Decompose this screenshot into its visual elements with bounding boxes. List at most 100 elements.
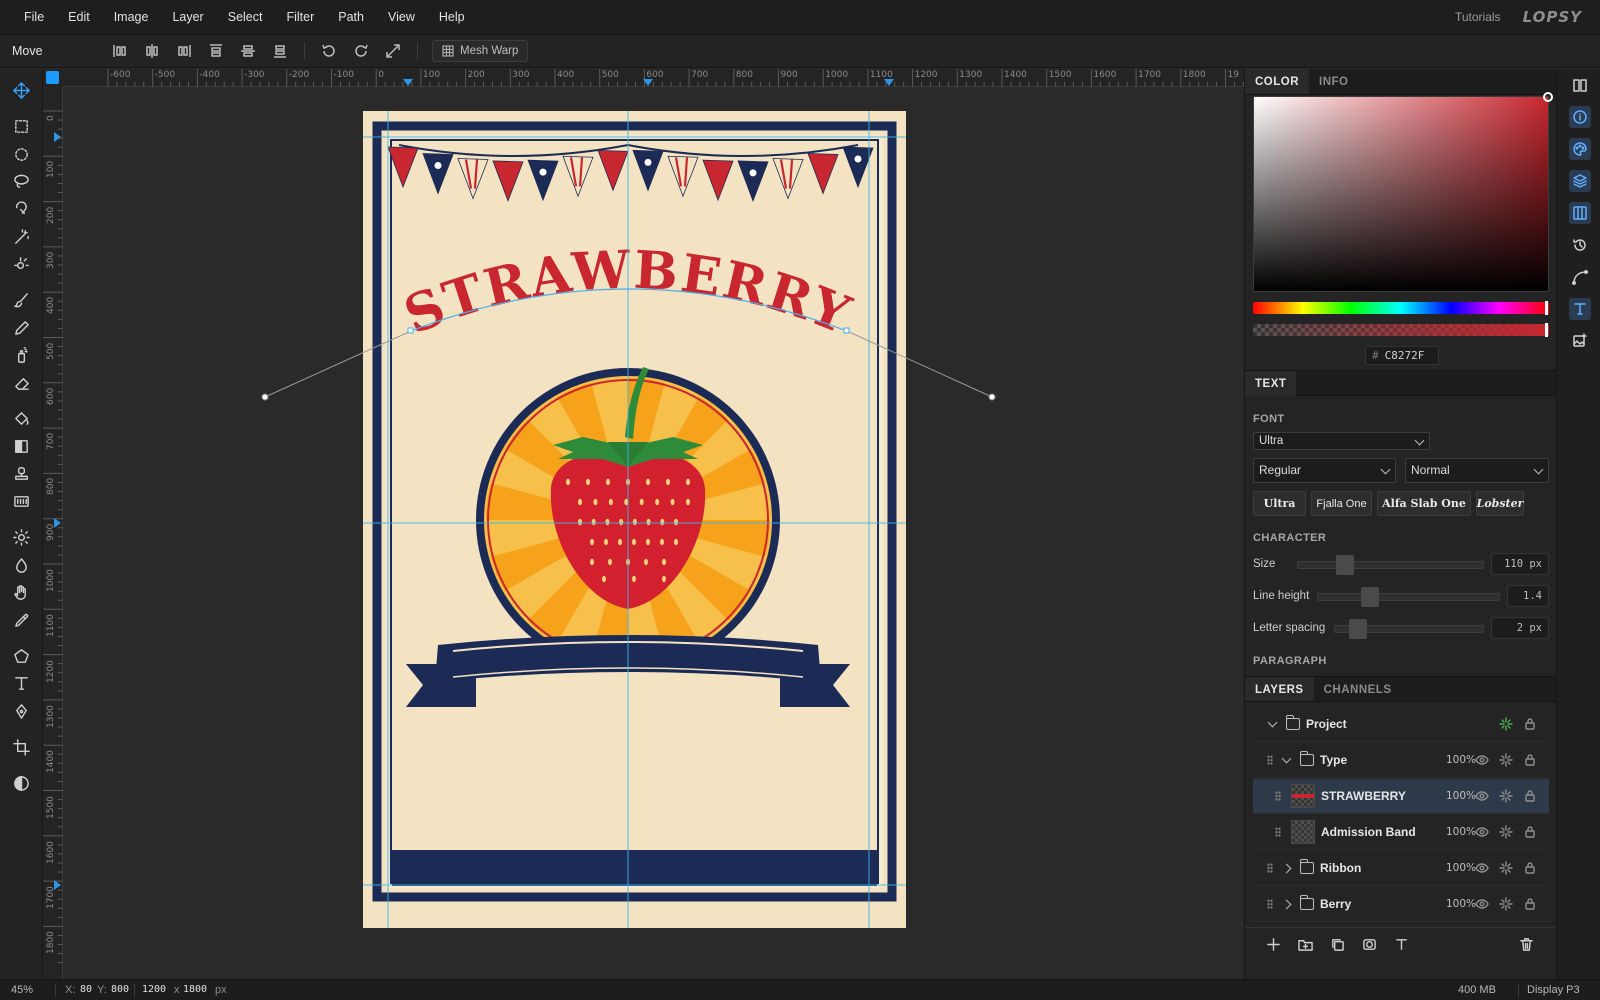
expand-icon[interactable] [377, 39, 409, 63]
quick-select-tool-icon[interactable] [8, 252, 35, 276]
line-height-input[interactable]: 1.4 [1507, 585, 1549, 607]
anchor-point[interactable] [407, 327, 414, 334]
saturation-value-picker[interactable] [1253, 92, 1553, 292]
sparkle-icon[interactable] [1499, 789, 1513, 803]
drag-handle-icon[interactable] [1275, 791, 1281, 801]
tab-color[interactable]: COLOR [1245, 69, 1310, 94]
mesh-warp-button[interactable]: Mesh Warp [432, 40, 529, 62]
eye-icon[interactable] [1475, 897, 1489, 911]
lock-icon[interactable] [1523, 825, 1537, 839]
menu-filter[interactable]: Filter [274, 10, 326, 24]
eye-icon[interactable] [1475, 753, 1489, 767]
type-tool-icon[interactable] [8, 671, 35, 695]
size-slider-thumb[interactable] [1336, 555, 1354, 575]
sparkle-icon[interactable] [1499, 753, 1513, 767]
vertical-ruler[interactable]: 0 100 200 300 400 500 600 700 800 900 1000 1100 1200… [43, 87, 63, 979]
anchor-point[interactable] [843, 327, 850, 334]
align-top-icon[interactable] [200, 39, 232, 63]
alpha-handle[interactable] [1545, 323, 1548, 337]
lasso-tool-icon[interactable] [8, 169, 35, 193]
eraser-tool-icon[interactable] [8, 371, 35, 395]
tab-text[interactable]: TEXT [1245, 371, 1297, 397]
font-chip-lobster[interactable]: Lobster [1476, 491, 1524, 516]
eyedropper-tool-icon[interactable] [8, 608, 35, 632]
hue-handle[interactable] [1545, 301, 1548, 315]
layer-row-strawberry[interactable]: STRAWBERRY 100% [1253, 779, 1549, 814]
lock-icon[interactable] [1523, 789, 1537, 803]
drag-handle-icon[interactable] [1267, 863, 1273, 873]
book-icon[interactable] [1569, 74, 1591, 96]
new-group-icon[interactable] [1295, 934, 1315, 954]
magic-wand-tool-icon[interactable] [8, 225, 35, 249]
size-input[interactable]: 110 px [1491, 553, 1549, 575]
drag-handle-icon[interactable] [1267, 755, 1273, 765]
rotate-right-icon[interactable] [345, 39, 377, 63]
layer-row-project[interactable]: Project [1253, 707, 1549, 742]
drag-handle-icon[interactable] [1267, 899, 1273, 909]
paint-bucket-tool-icon[interactable] [8, 406, 35, 430]
layer-mask-icon[interactable] [1359, 934, 1379, 954]
menu-path[interactable]: Path [326, 10, 376, 24]
layer-row-ribbon[interactable]: Ribbon 100% [1253, 851, 1549, 886]
layer-row-berry[interactable]: Berry 100% [1253, 887, 1549, 922]
columns-icon[interactable] [1569, 202, 1591, 224]
magnetic-lasso-tool-icon[interactable] [8, 197, 35, 221]
align-right-icon[interactable] [168, 39, 200, 63]
spray-tool-icon[interactable] [8, 343, 35, 367]
bezier-handle[interactable] [988, 393, 996, 401]
rect-select-tool-icon[interactable] [8, 114, 35, 138]
zoom-level[interactable]: 45% [11, 984, 33, 996]
eye-icon[interactable] [1475, 789, 1489, 803]
layer-row-admission-band[interactable]: Admission Band 100% [1253, 815, 1549, 850]
rotate-left-icon[interactable] [313, 39, 345, 63]
duplicate-layer-icon[interactable] [1327, 934, 1347, 954]
lock-icon[interactable] [1523, 861, 1537, 875]
text-icon[interactable] [1569, 298, 1591, 320]
lock-icon[interactable] [1523, 717, 1537, 731]
font-weight-select[interactable]: Normal [1405, 458, 1549, 483]
brush-tool-icon[interactable] [8, 288, 35, 312]
bezier-handle[interactable] [261, 393, 269, 401]
menu-layer[interactable]: Layer [160, 10, 215, 24]
layer-opacity[interactable]: 100% [1446, 754, 1476, 766]
align-left-icon[interactable] [104, 39, 136, 63]
letter-spacing-input[interactable]: 2 px [1491, 617, 1549, 639]
tab-channels[interactable]: CHANNELS [1314, 677, 1402, 701]
align-bottom-icon[interactable] [264, 39, 296, 63]
tab-layers[interactable]: LAYERS [1245, 677, 1314, 701]
font-chip-ultra[interactable]: Ultra [1253, 491, 1306, 516]
layer-opacity[interactable]: 100% [1446, 898, 1476, 910]
color-picker-cursor[interactable] [1543, 92, 1553, 102]
document-canvas[interactable]: STRAWBERRY [63, 87, 1244, 979]
stamp-tool-icon[interactable] [8, 462, 35, 486]
canvas-viewport[interactable]: -600 -500 -400 -300 -200 -100 0 100 200 300 400 500… [43, 69, 1244, 979]
layers-icon[interactable] [1569, 170, 1591, 192]
lock-icon[interactable] [1523, 897, 1537, 911]
hand-tool-icon[interactable] [8, 580, 35, 604]
guide-marker[interactable] [54, 132, 61, 142]
shape-tool-icon[interactable] [8, 644, 35, 668]
ruler-origin[interactable] [43, 69, 63, 87]
crop-tool-icon[interactable] [8, 735, 35, 759]
font-family-select[interactable]: Ultra [1253, 432, 1430, 450]
info-icon[interactable] [1569, 106, 1591, 128]
align-center-vertical-icon[interactable] [232, 39, 264, 63]
pencil-tool-icon[interactable] [8, 316, 35, 340]
font-style-select[interactable]: Regular [1253, 458, 1396, 483]
eye-icon[interactable] [1475, 825, 1489, 839]
layer-row-type[interactable]: Type 100% [1253, 743, 1549, 778]
hue-slider[interactable] [1253, 301, 1549, 315]
layer-opacity[interactable]: 100% [1446, 862, 1476, 874]
add-layer-icon[interactable] [1263, 934, 1283, 954]
pattern-tool-icon[interactable] [8, 489, 35, 513]
line-height-slider-thumb[interactable] [1361, 587, 1379, 607]
align-center-horizontal-icon[interactable] [136, 39, 168, 63]
sparkle-icon[interactable] [1499, 717, 1513, 731]
letter-spacing-slider-thumb[interactable] [1349, 619, 1367, 639]
font-chip-fjalla-one[interactable]: Fjalla One [1311, 491, 1372, 516]
lock-icon[interactable] [1523, 753, 1537, 767]
alpha-slider[interactable] [1253, 323, 1549, 337]
menu-image[interactable]: Image [102, 10, 161, 24]
gradient-tool-icon[interactable] [8, 434, 35, 458]
menu-view[interactable]: View [376, 10, 427, 24]
